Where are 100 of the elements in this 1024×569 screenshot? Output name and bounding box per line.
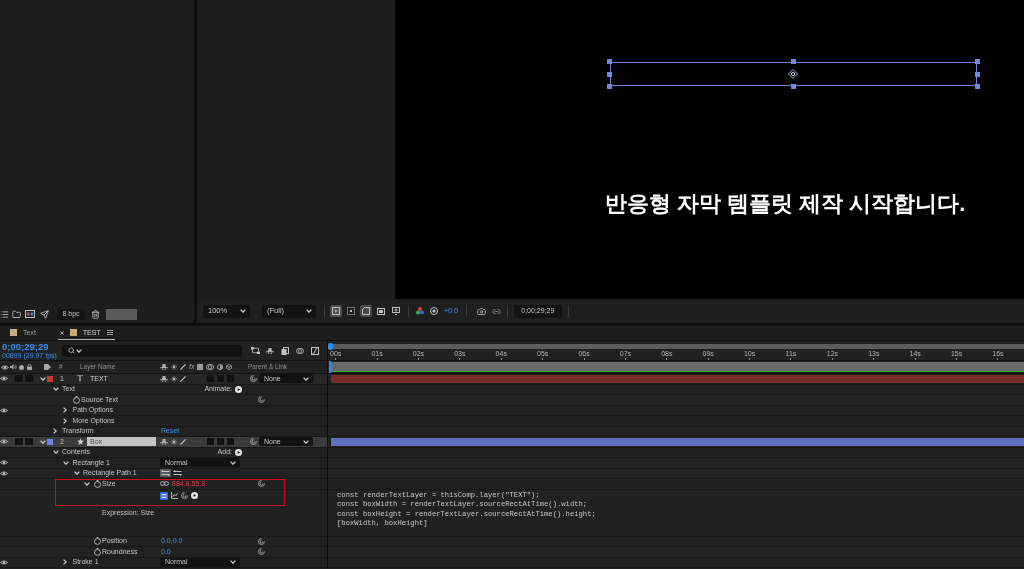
hat-icon[interactable] — [266, 347, 274, 354]
chevron-down-icon[interactable] — [52, 450, 59, 455]
grid-icon — [347, 307, 355, 315]
curve-box-icon[interactable] — [311, 346, 319, 355]
hat-icon[interactable] — [160, 438, 168, 445]
eye-icon[interactable] — [0, 376, 8, 382]
paper-plane-icon[interactable] — [40, 309, 49, 319]
circles-icon[interactable] — [296, 347, 304, 354]
rgb-dots-icon[interactable] — [416, 307, 424, 315]
stopwatch-icon[interactable] — [93, 479, 101, 488]
diamond-target-icon[interactable] — [788, 69, 798, 79]
sun-icon[interactable] — [171, 375, 177, 382]
resize-handle[interactable] — [607, 59, 612, 64]
spiral-icon[interactable] — [181, 492, 188, 499]
view-toggle-button[interactable] — [390, 305, 402, 317]
chevron-right-icon[interactable] — [52, 428, 57, 435]
arrows-icon[interactable] — [160, 469, 171, 478]
stacked-pages-icon[interactable] — [281, 346, 289, 355]
spiral-icon[interactable] — [250, 438, 257, 446]
resize-handle[interactable] — [975, 84, 980, 89]
speaker-icon[interactable] — [10, 364, 17, 370]
chain-link-icon[interactable] — [491, 306, 501, 316]
ring-dot-icon[interactable] — [430, 307, 438, 315]
circles-icon[interactable] — [206, 364, 215, 370]
chain-link-icon[interactable] — [160, 481, 169, 487]
resize-handle[interactable] — [607, 71, 612, 77]
spiral-icon[interactable] — [258, 396, 265, 404]
spiral-icon[interactable] — [258, 537, 265, 545]
play-circle-icon[interactable] — [235, 385, 242, 393]
graph-icon[interactable] — [171, 492, 178, 499]
folder-icon[interactable] — [12, 309, 21, 319]
caret-down-icon — [303, 376, 309, 381]
view-toggle-button[interactable] — [375, 305, 387, 317]
flowchart-icon[interactable] — [251, 347, 260, 354]
chevron-down-icon[interactable] — [40, 439, 46, 444]
eye-icon[interactable] — [0, 470, 8, 476]
square-icon[interactable] — [197, 364, 204, 370]
spiral-icon[interactable] — [258, 480, 265, 488]
half-circle-icon[interactable] — [217, 364, 224, 370]
chevron-down-icon[interactable] — [52, 387, 59, 392]
playhead-marker[interactable] — [328, 343, 333, 350]
slash-icon[interactable] — [180, 438, 186, 445]
caret-down-icon — [303, 439, 309, 444]
camera-icon[interactable] — [476, 306, 486, 316]
cube-icon[interactable] — [226, 364, 233, 370]
composition-swatch-icon — [10, 329, 17, 336]
tag-icon[interactable] — [44, 364, 51, 370]
sun-icon[interactable] — [171, 438, 177, 445]
selection-outline[interactable] — [610, 62, 977, 86]
chevron-down-icon[interactable] — [73, 471, 80, 476]
hat-icon[interactable] — [160, 364, 168, 370]
chevron-down-icon[interactable] — [40, 376, 46, 381]
stopwatch-icon[interactable] — [72, 395, 80, 404]
eye-icon[interactable] — [0, 559, 8, 565]
toggle-box[interactable] — [207, 438, 214, 446]
frame-icon[interactable] — [25, 310, 35, 318]
current-timecode[interactable]: 0;00;29;29 — [2, 341, 60, 352]
trash-icon[interactable] — [91, 309, 100, 319]
layer-duration-bar[interactable] — [331, 437, 1024, 446]
resize-handle[interactable] — [791, 59, 796, 64]
chevron-right-icon[interactable] — [63, 417, 67, 424]
stopwatch-icon[interactable] — [93, 547, 101, 556]
chevron-down-icon[interactable] — [63, 460, 69, 465]
arrows-icon[interactable] — [172, 469, 183, 478]
layer-search-field[interactable] — [62, 344, 242, 357]
chevron-right-icon[interactable] — [63, 559, 67, 566]
view-toggle-button[interactable] — [360, 305, 372, 317]
view-toggle-button[interactable] — [330, 305, 342, 317]
sun-icon[interactable] — [171, 364, 177, 370]
label-color-swatch[interactable] — [47, 438, 53, 445]
spiral-icon[interactable] — [258, 548, 265, 556]
toggle-box[interactable] — [15, 438, 23, 446]
eye-icon[interactable] — [1, 364, 9, 370]
resize-handle[interactable] — [975, 59, 980, 64]
chevron-down-icon[interactable] — [84, 481, 90, 486]
resize-handle[interactable] — [975, 71, 980, 77]
eye-icon[interactable] — [0, 460, 8, 466]
close-icon[interactable] — [59, 330, 64, 335]
stopwatch-icon[interactable] — [93, 537, 101, 546]
play-circle-icon[interactable] — [235, 448, 242, 456]
list-icon[interactable] — [0, 309, 9, 319]
toggle-box[interactable] — [227, 438, 234, 446]
caret-down-icon — [240, 309, 246, 313]
label-color-swatch[interactable] — [47, 375, 53, 382]
lock-icon[interactable] — [27, 364, 32, 370]
hat-icon[interactable] — [160, 375, 168, 382]
toggle-box[interactable] — [25, 438, 33, 446]
view-toggle-button[interactable] — [345, 305, 357, 317]
spiral-icon[interactable] — [250, 375, 257, 383]
resize-handle[interactable] — [791, 84, 796, 89]
play-circle-icon[interactable] — [191, 492, 198, 499]
eye-icon[interactable] — [0, 439, 8, 445]
composition-canvas[interactable]: 반응형 자막 템플릿 제작 시작합니다. — [395, 0, 1024, 299]
equals-toggle-icon[interactable] — [160, 491, 168, 500]
resize-handle[interactable] — [607, 84, 612, 89]
eye-icon[interactable] — [0, 407, 8, 413]
menu-icon[interactable] — [106, 330, 113, 335]
dot-icon[interactable] — [19, 364, 24, 370]
chevron-right-icon[interactable] — [63, 407, 67, 414]
toggle-box[interactable] — [217, 438, 224, 446]
